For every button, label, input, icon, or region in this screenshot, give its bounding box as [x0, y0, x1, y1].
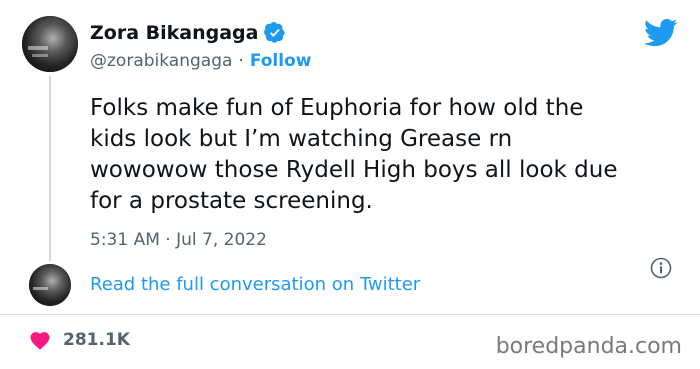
author-handle-row: @zorabikangaga · Follow [90, 51, 311, 71]
thread-line [49, 76, 51, 261]
watermark-text: boredpanda.com [495, 334, 682, 359]
tweet-line: Folks make fun of Euphoria for how old t… [90, 95, 584, 121]
avatar-photo [29, 264, 71, 306]
author-name[interactable]: Zora Bikangaga [90, 22, 258, 44]
divider [0, 314, 700, 315]
author-avatar[interactable] [22, 16, 78, 72]
likes-count: 281.1K [63, 330, 130, 350]
tweet-timestamp[interactable]: 5:31 AM · Jul 7, 2022 [90, 230, 267, 250]
tweet-line: for a prostate screening. [90, 188, 373, 214]
verified-badge-icon [264, 22, 286, 43]
avatar-photo [22, 16, 78, 72]
read-conversation-link[interactable]: Read the full conversation on Twitter [90, 274, 420, 295]
separator-dot: · [238, 51, 244, 71]
tweet-line: wowowow those Rydell High boys all look … [90, 157, 618, 183]
twitter-bird-icon[interactable] [644, 18, 678, 52]
follow-button[interactable]: Follow [250, 51, 312, 71]
reply-avatar [29, 264, 71, 306]
heart-icon[interactable] [29, 330, 51, 350]
tweet-line: kids look but I’m watching Grease rn [90, 126, 513, 152]
author-name-row: Zora Bikangaga [90, 22, 286, 44]
author-handle[interactable]: @zorabikangaga [90, 51, 232, 71]
info-icon[interactable] [650, 257, 672, 283]
likes-row[interactable]: 281.1K [29, 330, 130, 350]
tweet-text: Folks make fun of Euphoria for how old t… [90, 93, 690, 217]
